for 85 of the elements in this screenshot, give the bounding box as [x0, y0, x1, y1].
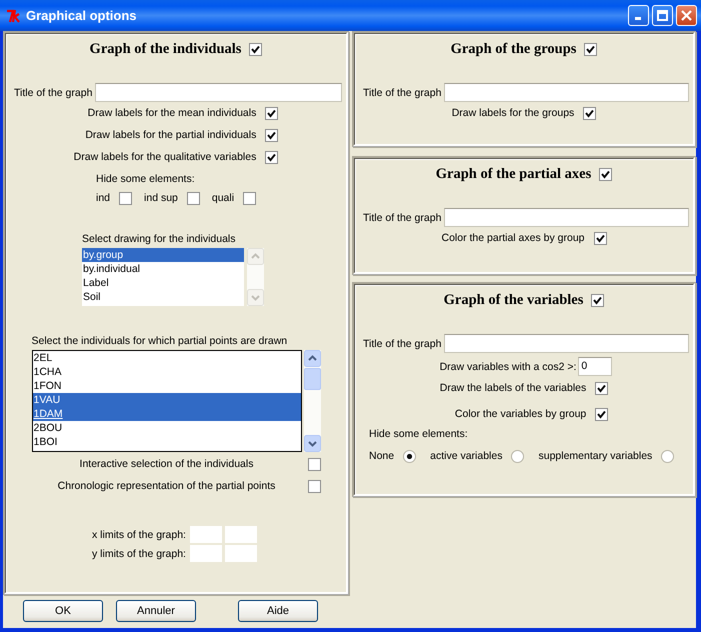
- option-label: quali: [212, 191, 234, 205]
- list-item[interactable]: by.group: [82, 248, 244, 262]
- checkbox[interactable]: [186, 192, 200, 204]
- checkbox[interactable]: [249, 42, 262, 56]
- list-item[interactable]: Soil: [82, 290, 244, 304]
- field-label: Title of the graph: [14, 86, 92, 100]
- list-item[interactable]: by.individual: [82, 262, 244, 276]
- checkbox[interactable]: [584, 42, 598, 56]
- checkbox[interactable]: [583, 106, 596, 120]
- list-item[interactable]: Label: [82, 276, 244, 290]
- list-label: Select the individuals for which partial points are drawn: [32, 334, 288, 348]
- option-label: Chronologic representation of the partial points: [56, 479, 276, 493]
- field-label: y limits of the graph:: [92, 546, 187, 560]
- close-button[interactable]: [676, 5, 697, 26]
- radio-button[interactable]: [661, 450, 674, 462]
- field-label: Draw variables with a cos2 >:: [440, 360, 576, 374]
- option-label: Draw labels for the groups: [452, 106, 574, 120]
- list-item[interactable]: 2EL: [32, 351, 300, 365]
- option-label: active variables: [430, 449, 502, 463]
- list-box[interactable]: by.group by.individual Label Soil: [82, 248, 244, 306]
- checkbox[interactable]: [308, 480, 320, 492]
- title-input[interactable]: [95, 83, 342, 102]
- checkbox[interactable]: [591, 294, 604, 306]
- minimize-button[interactable]: [628, 5, 649, 26]
- list-item[interactable]: 2BOU: [32, 421, 300, 435]
- list-item[interactable]: 1FON: [32, 379, 300, 393]
- window-title: Graphical options: [26, 8, 138, 22]
- scroll-thumb[interactable]: [304, 368, 320, 390]
- checkbox[interactable]: [265, 106, 278, 120]
- option-label: Draw labels for the mean individuals: [86, 106, 256, 120]
- group-label: Hide some elements:: [369, 427, 469, 441]
- field-label: x limits of the graph:: [92, 528, 187, 542]
- dialog-button[interactable]: Annuler: [116, 600, 196, 622]
- limit-input[interactable]: [224, 544, 258, 563]
- checkbox[interactable]: [594, 232, 606, 244]
- option-label: None: [369, 449, 394, 463]
- dialog-button[interactable]: OK: [23, 600, 103, 622]
- title-input[interactable]: [444, 208, 689, 227]
- option-label: Draw labels for the qualitative variables: [74, 150, 256, 164]
- limit-input[interactable]: [188, 525, 223, 544]
- maximize-button[interactable]: [652, 5, 673, 26]
- limit-input[interactable]: [224, 525, 258, 544]
- list-item[interactable]: 1BOI: [32, 435, 300, 449]
- option-label: Color the variables by group: [454, 407, 586, 421]
- option-label: Color the partial axes by group: [442, 231, 584, 245]
- option-label: Draw the labels of the variables: [440, 381, 586, 395]
- field-label: Title of the graph: [363, 210, 442, 224]
- maximize-icon: [657, 10, 668, 21]
- cos2-input[interactable]: 0: [578, 357, 612, 376]
- list-item[interactable]: 1VAU: [32, 393, 300, 407]
- list-label: Select drawing for the individuals: [82, 232, 237, 246]
- checkbox[interactable]: [265, 128, 278, 142]
- radio-button[interactable]: [511, 450, 524, 462]
- dialog-button[interactable]: Aide: [238, 600, 318, 622]
- group-label: Hide some elements:: [96, 172, 196, 186]
- option-label: Interactive selection of the individuals: [78, 457, 254, 471]
- list-item[interactable]: 1DAM: [32, 407, 300, 421]
- field-label: Title of the graph: [363, 86, 442, 100]
- option-label: ind: [96, 191, 110, 205]
- scroll-down-button[interactable]: [304, 435, 320, 452]
- checkbox[interactable]: [308, 458, 320, 470]
- title-input[interactable]: [444, 83, 689, 102]
- scrollbar[interactable]: [304, 350, 320, 452]
- section-heading: Graph of the groups: [450, 40, 576, 59]
- title-input[interactable]: [444, 334, 689, 353]
- list-box[interactable]: 2EL 1CHA 1FON 1VAU 1DAM 2BOU 1BOI: [32, 350, 302, 452]
- option-label: ind sup: [144, 191, 178, 205]
- field-label: Title of the graph: [363, 336, 442, 350]
- scroll-up-button[interactable]: [304, 350, 320, 367]
- checkbox[interactable]: [119, 192, 132, 204]
- section-heading: Graph of the variables: [444, 291, 584, 310]
- checkbox[interactable]: [595, 408, 608, 420]
- checkbox[interactable]: [265, 150, 278, 164]
- checkbox[interactable]: [243, 192, 256, 204]
- close-icon: [681, 10, 692, 21]
- limit-input[interactable]: [188, 544, 223, 563]
- section-heading: Graph of the partial axes: [436, 165, 592, 184]
- option-label: Draw labels for the partial individuals: [84, 128, 256, 142]
- app-icon: [6, 8, 22, 22]
- checkbox[interactable]: [599, 168, 612, 180]
- section-heading: Graph of the individuals: [90, 40, 242, 59]
- list-item[interactable]: 1CHA: [32, 365, 300, 379]
- option-label: supplementary variables: [538, 449, 652, 463]
- checkbox[interactable]: [595, 382, 608, 394]
- radio-button[interactable]: [403, 450, 416, 462]
